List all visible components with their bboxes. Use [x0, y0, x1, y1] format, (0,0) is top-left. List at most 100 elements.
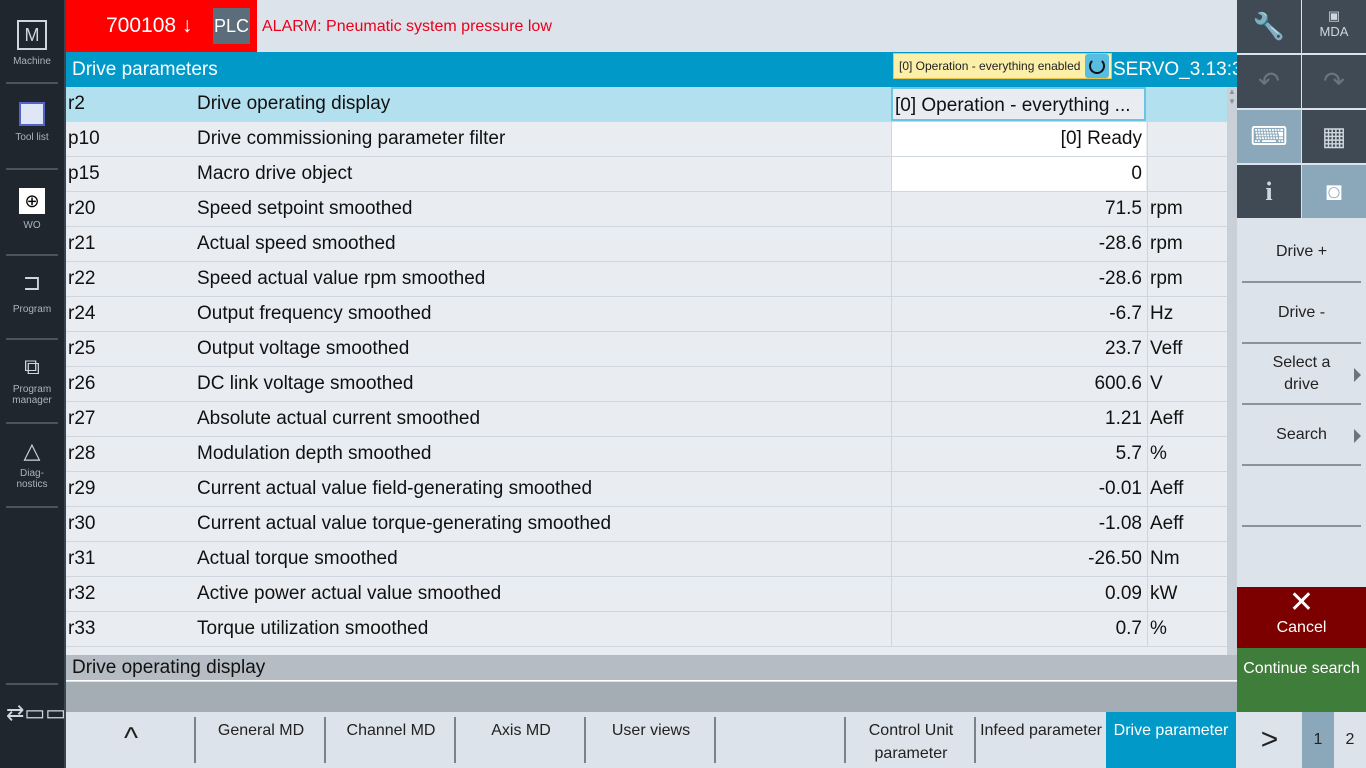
calculator-icon[interactable]: ▦: [1302, 110, 1366, 163]
softkey-label: Search: [1276, 425, 1327, 443]
alarm-text: ALARM: Pneumatic system pressure low: [262, 18, 552, 35]
param-name: Modulation depth smoothed: [197, 443, 432, 464]
param-id: r25: [68, 338, 96, 359]
param-value: 5.7: [891, 437, 1146, 471]
close-icon: ✕: [1288, 586, 1315, 619]
param-name: Speed setpoint smoothed: [197, 198, 413, 219]
param-name: Current actual value torque-generating s…: [197, 513, 612, 534]
scrollbar[interactable]: ▲ ▼: [1227, 87, 1237, 655]
mda-button[interactable]: ▣ MDA: [1302, 0, 1366, 53]
softkey-user-views[interactable]: User views: [586, 712, 716, 768]
input-line: [66, 682, 1237, 712]
param-name: Speed actual value rpm smoothed: [197, 268, 486, 289]
softkey-drive-[interactable]: Drive +: [1242, 222, 1361, 283]
switch-channel-icon[interactable]: ⇄▭▭: [6, 700, 66, 744]
table-row[interactable]: p15 Macro drive object 0: [66, 157, 1227, 192]
wrench-icon[interactable]: 🔧: [1237, 0, 1301, 53]
table-row[interactable]: r29 Current actual value field-generating…: [66, 472, 1227, 507]
softkey-channel-md[interactable]: Channel MD: [326, 712, 456, 768]
softkey-control-unit-parameter[interactable]: Control Unit parameter: [846, 712, 976, 768]
param-name: Actual torque smoothed: [197, 548, 398, 569]
param-value[interactable]: 0: [891, 157, 1146, 191]
param-name: Output frequency smoothed: [197, 303, 432, 324]
table-row[interactable]: r31 Actual torque smoothed -26.50 Nm: [66, 542, 1227, 577]
param-value[interactable]: [0] Operation - everything ...: [891, 87, 1146, 121]
softkey-drive-[interactable]: Drive -: [1242, 283, 1361, 344]
table-row[interactable]: r21 Actual speed smoothed -28.6 rpm: [66, 227, 1227, 262]
param-unit: Aeff: [1147, 402, 1227, 436]
drive-name: SERVO_3.13:3: [1113, 59, 1243, 80]
param-name: Drive commissioning parameter filter: [197, 128, 506, 149]
redo-icon[interactable]: ↷: [1302, 55, 1366, 108]
param-unit: Aeff: [1147, 472, 1227, 506]
info-icon[interactable]: i: [1237, 165, 1301, 218]
page-2-button[interactable]: 2: [1334, 712, 1366, 768]
param-unit: [1147, 157, 1227, 191]
sidebar-item-diagnostics[interactable]: △ Diag-nostics: [6, 424, 58, 508]
softkey-empty[interactable]: [1242, 466, 1361, 527]
sidebar-label: Machine: [13, 56, 51, 67]
param-unit: [1147, 122, 1227, 156]
param-name: Torque utilization smoothed: [197, 618, 429, 639]
table-row[interactable]: r26 DC link voltage smoothed 600.6 V: [66, 367, 1227, 402]
sidebar-item-program-manager[interactable]: ⧉ Program manager: [6, 340, 58, 424]
param-id: p10: [68, 128, 100, 149]
next-softkeys-button[interactable]: >: [1237, 712, 1302, 768]
param-unit: %: [1147, 612, 1227, 646]
table-row[interactable]: r20 Speed setpoint smoothed 71.5 rpm: [66, 192, 1227, 227]
softkey-infeed-parameter[interactable]: Infeed parameter: [976, 712, 1106, 768]
param-value: -28.6: [891, 262, 1146, 296]
keyboard-icon[interactable]: ⌨: [1237, 110, 1301, 163]
table-row[interactable]: r30 Current actual value torque-generatin…: [66, 507, 1227, 542]
softkey-drive-parameter[interactable]: Drive parameter: [1106, 712, 1236, 768]
param-value[interactable]: [0] Ready: [891, 122, 1146, 156]
param-value: -26.50: [891, 542, 1146, 576]
param-value: -0.01: [891, 472, 1146, 506]
param-unit: rpm: [1147, 192, 1227, 226]
softkey-empty[interactable]: [716, 712, 846, 768]
program-icon: ⊐: [22, 270, 42, 295]
table-row[interactable]: r2 Drive operating display [0] Operation -…: [66, 87, 1227, 122]
diagnostics-icon: △: [23, 438, 41, 463]
sidebar-label: Tool list: [15, 132, 49, 143]
table-row[interactable]: r28 Modulation depth smoothed 5.7%: [66, 437, 1227, 472]
table-row[interactable]: r24 Output frequency smoothed -6.7 Hz: [66, 297, 1227, 332]
sidebar-item-program[interactable]: ⊐ Program: [6, 256, 58, 340]
table-row[interactable]: p10 Drive commissioning parameter filter […: [66, 122, 1227, 157]
sidebar-label: Diag-nostics: [16, 468, 48, 490]
sidebar-item-tool-list[interactable]: Tool list: [6, 86, 58, 170]
param-name: Macro drive object: [197, 163, 353, 184]
undo-icon[interactable]: ↶: [1237, 55, 1301, 108]
sidebar-item-wo[interactable]: ⊕ WO: [6, 172, 58, 256]
softkey-search[interactable]: Search: [1242, 405, 1361, 466]
page-1-button[interactable]: 1: [1302, 712, 1334, 768]
param-name: Absolute actual current smoothed: [197, 408, 481, 429]
table-row[interactable]: r22 Speed actual value rpm smoothed -28.6 r…: [66, 262, 1227, 297]
table-row[interactable]: r33 Torque utilization smoothed 0.7%: [66, 612, 1227, 647]
param-value: 1.21: [891, 402, 1146, 436]
refresh-icon[interactable]: [1085, 54, 1109, 78]
param-id: r20: [68, 198, 96, 219]
camera-icon[interactable]: ◙: [1302, 165, 1366, 218]
softkey-select-a-drive[interactable]: Select a drive: [1242, 344, 1361, 405]
param-unit: V: [1147, 367, 1227, 401]
param-value: -6.7: [891, 297, 1146, 331]
machine-icon: M: [17, 20, 47, 50]
param-id: r28: [68, 443, 96, 464]
param-id: r21: [68, 233, 96, 254]
param-unit: [1147, 87, 1227, 121]
param-value: 600.6: [891, 367, 1146, 401]
softkey-up[interactable]: ^: [66, 712, 196, 768]
horizontal-softkeys: ^ General MD Channel MD Axis MD User views C…: [66, 712, 1237, 768]
cancel-button[interactable]: ✕ Cancel: [1237, 587, 1366, 648]
sidebar-label: WO: [23, 220, 41, 231]
softkey-general-md[interactable]: General MD: [196, 712, 326, 768]
table-row[interactable]: r25 Output voltage smoothed 23.7 Veff: [66, 332, 1227, 367]
continue-search-button[interactable]: Continue search: [1237, 648, 1366, 712]
sidebar-item-machine[interactable]: M Machine: [6, 0, 58, 84]
table-row[interactable]: r32 Active power actual value smoothed 0.0…: [66, 577, 1227, 612]
arrow-right-icon: [1354, 368, 1361, 382]
softkey-axis-md[interactable]: Axis MD: [456, 712, 586, 768]
alarm-box[interactable]: 700108 ↓ PLC: [66, 0, 257, 52]
table-row[interactable]: r27 Absolute actual current smoothed 1.21 A…: [66, 402, 1227, 437]
